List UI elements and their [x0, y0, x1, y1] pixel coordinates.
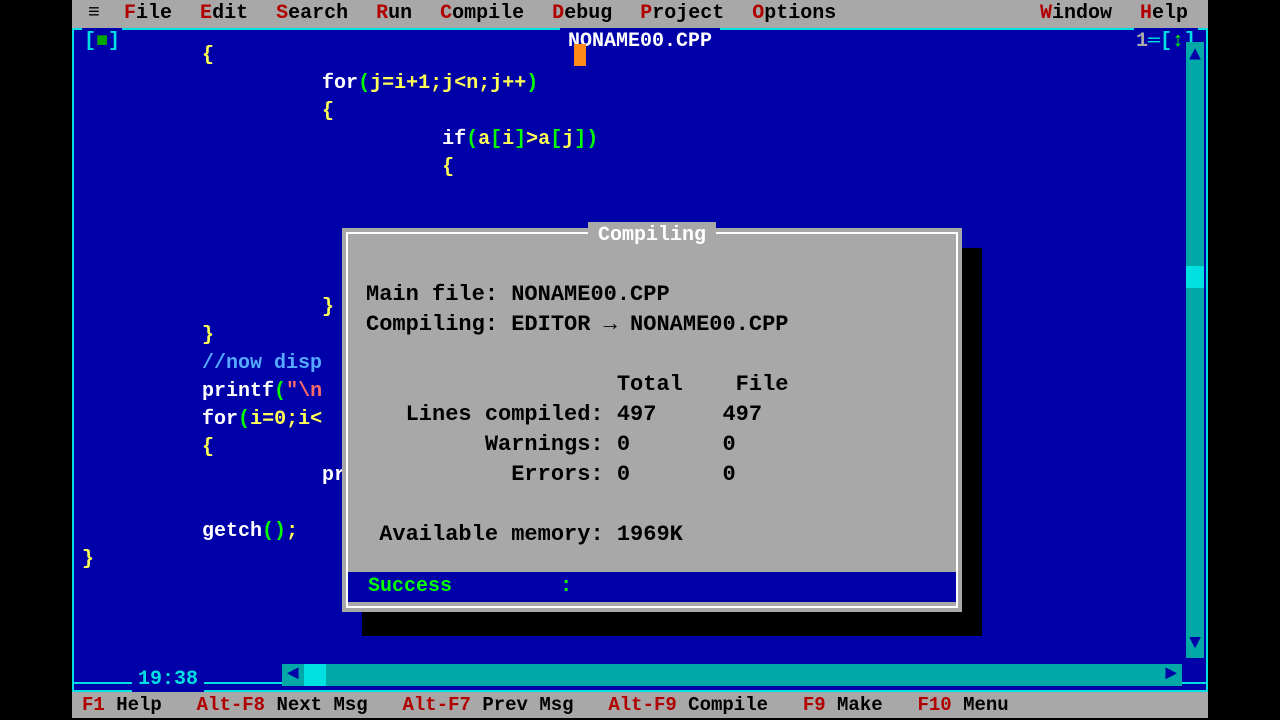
compiling-value: EDITOR → NONAME00.CPP: [511, 312, 788, 337]
horizontal-scrollbar[interactable]: ◄ ►: [282, 664, 1182, 686]
stat-row: Errors: 0 0: [366, 460, 938, 490]
menu-compile[interactable]: Compile: [426, 2, 538, 25]
function-key-bar: F1 Help Alt-F8 Next Msg Alt-F7 Prev Msg …: [72, 692, 1208, 718]
fkey-f10[interactable]: F10 Menu: [911, 691, 1014, 719]
cursor-position: 19:38: [132, 666, 204, 694]
menu-debug[interactable]: Debug: [538, 2, 626, 25]
menu-options[interactable]: Options: [738, 2, 850, 25]
compile-status: Success :: [348, 572, 956, 602]
fkey-alt-f9[interactable]: Alt-F9 Compile: [602, 691, 774, 719]
menu-file[interactable]: File: [110, 2, 186, 25]
scroll-left-icon[interactable]: ◄: [282, 664, 304, 686]
menu-edit[interactable]: Edit: [186, 2, 262, 25]
stat-row: Lines compiled: 497 497: [366, 400, 938, 430]
stat-row: Warnings: 0 0: [366, 430, 938, 460]
scroll-up-icon[interactable]: ▲: [1186, 42, 1204, 70]
scroll-down-icon[interactable]: ▼: [1186, 630, 1204, 658]
fkey-f1[interactable]: F1 Help: [76, 691, 168, 719]
fkey-alt-f7[interactable]: Alt-F7 Prev Msg: [397, 691, 580, 719]
editor-window: [■] NONAME00.CPP 1═[↕] { for(j=i+1;j<n;j…: [72, 28, 1208, 692]
main-file-value: NONAME00.CPP: [511, 282, 669, 307]
compiling-dialog: Compiling Main file: NONAME00.CPP Compil…: [342, 228, 962, 612]
scrollbar-thumb[interactable]: [304, 664, 326, 686]
fkey-alt-f8[interactable]: Alt-F8 Next Msg: [191, 691, 374, 719]
menu-window[interactable]: Window: [1026, 2, 1126, 25]
menu-bar: ≡ FileEditSearchRunCompileDebugProjectOp…: [72, 0, 1208, 28]
menu-run[interactable]: Run: [362, 2, 426, 25]
menu-help[interactable]: Help: [1126, 2, 1202, 25]
system-menu-icon[interactable]: ≡: [78, 0, 110, 28]
available-memory: 1969K: [617, 522, 683, 547]
scroll-right-icon[interactable]: ►: [1160, 664, 1182, 686]
menu-project[interactable]: Project: [626, 2, 738, 25]
scrollbar-thumb[interactable]: [1186, 266, 1204, 288]
fkey-f9[interactable]: F9 Make: [797, 691, 889, 719]
menu-search[interactable]: Search: [262, 2, 362, 25]
vertical-scrollbar[interactable]: ▲ ▼: [1186, 42, 1204, 658]
